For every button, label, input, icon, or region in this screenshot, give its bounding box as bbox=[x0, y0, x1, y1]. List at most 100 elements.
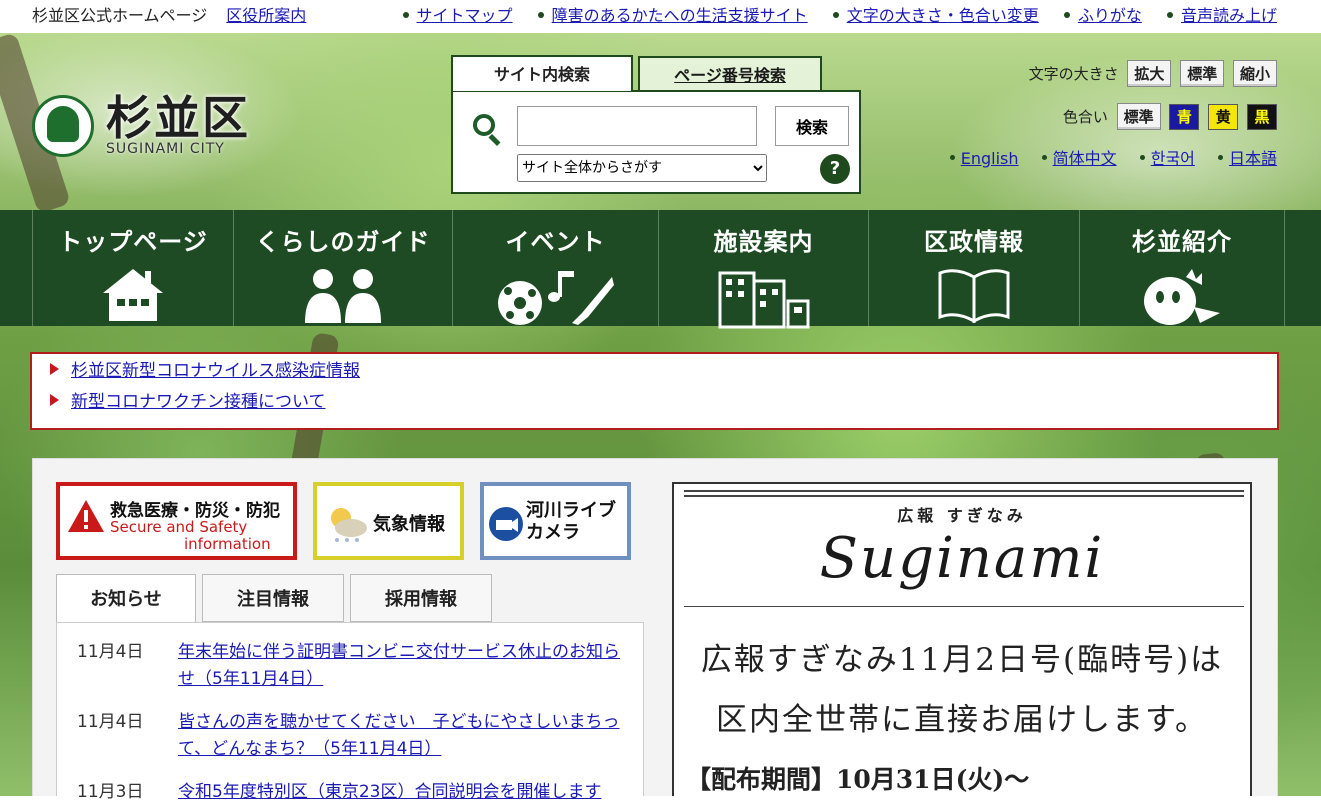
font-size-controls: 文字の大きさ 拡大 標準 縮小 bbox=[1029, 60, 1277, 87]
news-date: 11月3日 bbox=[77, 782, 144, 802]
nav-item-government[interactable]: 区政情報 bbox=[868, 210, 1079, 326]
emergency-notice-box: 杉並区新型コロナウイルス感染症情報 新型コロナワクチン接種について bbox=[30, 352, 1279, 430]
lang-korean-link[interactable]: 한국어 bbox=[1151, 149, 1195, 168]
news-date: 11月4日 bbox=[77, 642, 144, 662]
search-input[interactable] bbox=[517, 106, 757, 146]
bullet-icon bbox=[1166, 11, 1173, 18]
news-link[interactable]: 令和5年度特別区（東京23区）合同説明会を開催します bbox=[178, 779, 601, 806]
tab-featured[interactable]: 注目情報 bbox=[202, 574, 344, 622]
tab-site-search[interactable]: サイト内検索 bbox=[451, 55, 633, 91]
help-icon[interactable]: ? bbox=[820, 154, 850, 184]
sitemap-link[interactable]: サイトマップ bbox=[417, 6, 513, 25]
koho-suginami-banner[interactable]: 広報 すぎなみ Suginami 広報すぎなみ11月2日号(臨時号)は 区内全世… bbox=[672, 482, 1252, 796]
koho-headline-2: 区内全世帯に直接お届けします。 bbox=[716, 702, 1208, 738]
list-item: 11月4日 年末年始に伴う証明書コンビニ交付サービス休止のお知らせ（5年11月4… bbox=[57, 639, 643, 693]
lang-japanese-link[interactable]: 日本語 bbox=[1229, 149, 1277, 168]
nav-item-facilities[interactable]: 施設案内 bbox=[658, 210, 868, 329]
river-camera-label-1: 河川ライブ bbox=[526, 500, 616, 521]
utility-support: 障害のあるかたへの生活支援サイト bbox=[537, 6, 808, 25]
mascot-icon bbox=[1144, 269, 1220, 325]
font-size-standard-button[interactable]: 標準 bbox=[1180, 60, 1225, 87]
news-list: 11月4日 年末年始に伴う証明書コンビニ交付サービス休止のお知らせ（5年11月4… bbox=[56, 622, 644, 802]
event-icon bbox=[497, 271, 614, 325]
notice-link-covid-info[interactable]: 杉並区新型コロナウイルス感染症情報 bbox=[71, 361, 360, 381]
lang-chinese-link[interactable]: 简体中文 bbox=[1053, 149, 1117, 168]
font-size-smaller-button[interactable]: 縮小 bbox=[1232, 60, 1277, 87]
city-name: 杉並区 SUGINAMI CITY bbox=[106, 95, 250, 157]
bullet-icon bbox=[832, 11, 839, 18]
font-size-larger-button[interactable]: 拡大 bbox=[1127, 60, 1172, 87]
utility-speech: 音声読み上げ bbox=[1166, 6, 1277, 25]
utility-sitemap: サイトマップ bbox=[402, 6, 513, 25]
list-item: 11月3日 令和5年度特別区（東京23区）合同説明会を開催します bbox=[57, 779, 643, 806]
city-emblem-icon bbox=[32, 95, 94, 157]
search-button[interactable]: 検索 bbox=[775, 106, 849, 146]
furigana-link[interactable]: ふりがな bbox=[1078, 6, 1142, 25]
nav-item-about[interactable]: 杉並紹介 bbox=[1079, 210, 1285, 326]
search-icon bbox=[473, 114, 495, 136]
nav-item-event[interactable]: イベント bbox=[452, 210, 658, 326]
color-standard-button[interactable]: 標準 bbox=[1116, 103, 1161, 130]
house-icon bbox=[103, 269, 163, 321]
warning-icon bbox=[68, 500, 104, 532]
utility-furigana: ふりがな bbox=[1063, 6, 1142, 25]
triangle-right-icon bbox=[50, 394, 59, 406]
nav-item-label: 施設案内 bbox=[713, 228, 814, 256]
color-black-button[interactable]: 黒 bbox=[1247, 104, 1277, 130]
people-icon bbox=[305, 269, 381, 323]
news-date: 11月4日 bbox=[77, 712, 144, 732]
weather-banner[interactable]: 気象情報 bbox=[313, 482, 464, 560]
global-nav: トップページ くらしのガイド イベント 施設案内 区政情報 杉並紹介 bbox=[0, 210, 1321, 329]
emergency-banner-en2: information bbox=[184, 535, 271, 553]
koho-distribution-period: 【配布期間】10月31日(火)〜 bbox=[686, 765, 1030, 794]
nav-item-top[interactable]: トップページ bbox=[32, 210, 233, 326]
nav-item-label: トップページ bbox=[58, 228, 208, 256]
bullet-icon bbox=[1217, 155, 1223, 160]
color-blue-button[interactable]: 青 bbox=[1169, 104, 1200, 130]
koho-script-logo: Suginami bbox=[819, 526, 1105, 591]
lang-english-link[interactable]: English bbox=[961, 149, 1019, 168]
lang-item: 日本語 bbox=[1217, 149, 1277, 168]
search-scope-select[interactable]: サイト全体からさがす bbox=[517, 154, 767, 182]
divider bbox=[684, 495, 1244, 497]
lang-item: 한국어 bbox=[1139, 149, 1195, 168]
emergency-safety-banner[interactable]: 救急医療・防災・防犯 Secure and Safety information bbox=[56, 482, 297, 560]
color-scheme-label: 色合い bbox=[1062, 108, 1108, 126]
nav-item-guide[interactable]: くらしのガイド bbox=[233, 210, 452, 326]
speech-link[interactable]: 音声読み上げ bbox=[1181, 6, 1277, 25]
lang-item: English bbox=[949, 149, 1019, 168]
tab-announcements[interactable]: お知らせ bbox=[56, 574, 196, 624]
bullet-icon bbox=[1063, 11, 1070, 18]
news-link[interactable]: 皆さんの声を聴かせてください 子どもにやさしいまちって、どんなまち？（5年11月… bbox=[178, 709, 627, 763]
divider bbox=[684, 606, 1244, 607]
city-logo[interactable]: 杉並区 SUGINAMI CITY bbox=[32, 95, 250, 157]
office-guide-link[interactable]: 区役所案内 bbox=[226, 6, 306, 25]
tab-recruitment[interactable]: 採用情報 bbox=[350, 574, 492, 622]
triangle-right-icon bbox=[50, 363, 59, 375]
notice-item: 新型コロナワクチン接種について bbox=[50, 388, 1259, 419]
city-name-jp: 杉並区 bbox=[106, 91, 250, 145]
notice-link-vaccine[interactable]: 新型コロナワクチン接種について bbox=[71, 392, 326, 412]
tab-page-number-search[interactable]: ページ番号検索 bbox=[638, 56, 822, 92]
notice-item: 杉並区新型コロナウイルス感染症情報 bbox=[50, 357, 1259, 388]
nav-item-label: くらしのガイド bbox=[255, 228, 431, 256]
weather-icon bbox=[331, 508, 367, 542]
divider bbox=[684, 490, 1244, 492]
language-links: English 简体中文 한국어 日本語 bbox=[932, 145, 1277, 169]
building-icon bbox=[718, 271, 809, 329]
bullet-icon bbox=[949, 155, 955, 160]
camera-icon bbox=[489, 507, 523, 541]
utility-links: サイトマップ 障害のあるかたへの生活支援サイト 文字の大きさ・色合い変更 ふりが… bbox=[383, 2, 1277, 26]
color-scheme-controls: 色合い 標準 青 黄 黒 bbox=[1063, 103, 1277, 130]
color-yellow-button[interactable]: 黄 bbox=[1208, 104, 1239, 130]
lang-item: 简体中文 bbox=[1041, 149, 1117, 168]
river-camera-banner[interactable]: 河川ライブ カメラ bbox=[480, 482, 631, 560]
bullet-icon bbox=[1139, 155, 1145, 160]
news-link[interactable]: 年末年始に伴う証明書コンビニ交付サービス休止のお知らせ（5年11月4日） bbox=[178, 639, 627, 693]
nav-item-label: イベント bbox=[505, 228, 606, 256]
font-size-label: 文字の大きさ bbox=[1028, 65, 1119, 83]
text-size-color-link[interactable]: 文字の大きさ・色合い変更 bbox=[847, 6, 1039, 25]
disability-support-link[interactable]: 障害のあるかたへの生活支援サイト bbox=[552, 6, 808, 25]
bullet-icon bbox=[537, 11, 544, 18]
river-camera-label-2: カメラ bbox=[526, 522, 580, 543]
